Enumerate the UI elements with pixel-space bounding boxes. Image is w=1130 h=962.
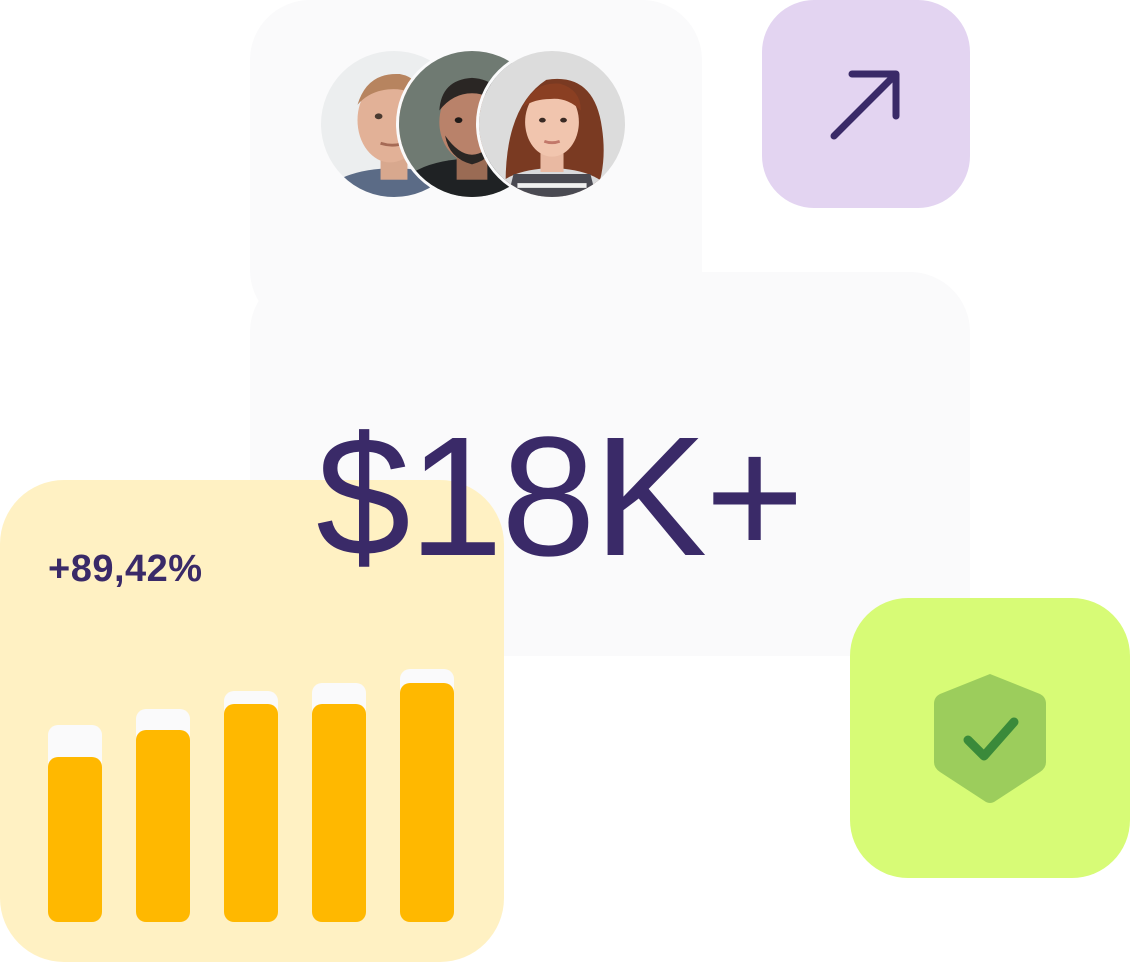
arrow-tile[interactable] xyxy=(762,0,970,208)
bar-chart xyxy=(48,669,456,922)
bar-track xyxy=(136,709,190,922)
bar-track xyxy=(312,683,366,922)
total-value: $18K+ xyxy=(316,402,804,592)
bar xyxy=(400,683,454,922)
growth-value: +89,42% xyxy=(48,548,203,590)
bar xyxy=(312,704,366,922)
bar xyxy=(224,704,278,922)
bar xyxy=(136,730,190,922)
shield-check-icon xyxy=(934,674,1046,803)
bar-track xyxy=(400,669,454,922)
bar-track xyxy=(224,691,278,922)
bar-track xyxy=(48,725,102,922)
bar xyxy=(48,757,102,922)
arrow-up-right-icon xyxy=(830,70,900,140)
avatar xyxy=(476,48,628,200)
